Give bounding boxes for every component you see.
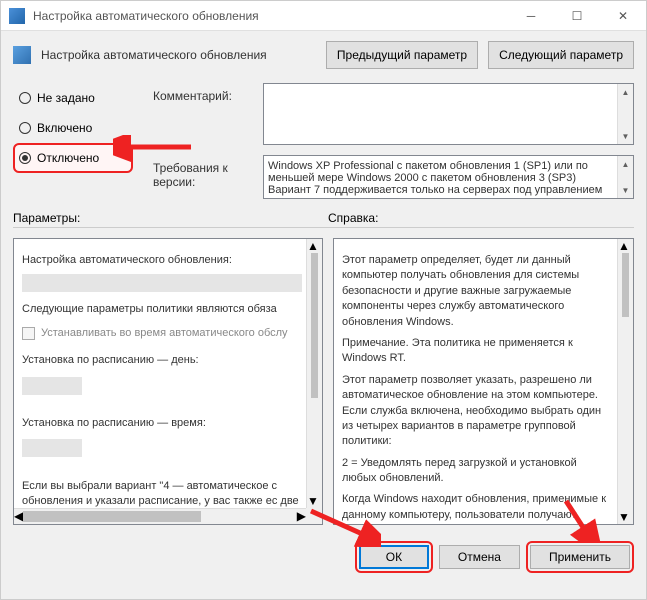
scroll-down-icon[interactable]: ▼ [307, 494, 322, 508]
checkbox-label: Устанавливать во время автоматического о… [41, 326, 288, 341]
radio-icon [19, 152, 31, 164]
scroll-up-icon[interactable]: ▲ [618, 84, 633, 100]
scrollbar-vertical[interactable]: ▲ ▼ [306, 239, 322, 508]
requirements-field[interactable]: Windows XP Professional с пакетом обновл… [263, 155, 634, 199]
window-title: Настройка автоматического обновления [33, 9, 508, 23]
page-title: Настройка автоматического обновления [41, 48, 316, 62]
scroll-up-icon[interactable]: ▲ [618, 156, 633, 172]
close-button[interactable]: ✕ [600, 1, 646, 31]
scroll-down-icon[interactable]: ▼ [618, 510, 633, 524]
state-radio-group: Не задано Включено Отключено [13, 83, 133, 199]
install-time-label: Установка по расписанию — время: [22, 416, 302, 431]
scroll-down-icon[interactable]: ▼ [618, 182, 633, 198]
ok-button-highlight: ОК [355, 541, 433, 573]
policy-icon [13, 46, 31, 64]
help-text: Этот параметр определяет, будет ли данны… [342, 253, 613, 330]
titlebar: Настройка автоматического обновления ─ ☐… [1, 1, 646, 31]
radio-label: Не задано [37, 91, 95, 105]
apply-button-highlight: Применить [526, 541, 634, 573]
radio-enabled[interactable]: Включено [13, 113, 133, 143]
scroll-up-icon[interactable]: ▲ [307, 239, 322, 253]
ok-button[interactable]: ОК [359, 545, 429, 569]
radio-icon [19, 122, 31, 134]
radio-icon [19, 92, 31, 104]
help-text: Этот параметр позволяет указать, разреше… [342, 373, 613, 450]
section-labels: Параметры: Справка: [1, 203, 646, 227]
scrollbar-vertical[interactable]: ▲ ▼ [617, 156, 633, 198]
scrollbar-vertical[interactable]: ▲ ▼ [617, 239, 633, 524]
scrollbar-vertical[interactable]: ▲ ▼ [617, 84, 633, 144]
help-label: Справка: [328, 211, 634, 225]
param-combo-label: Настройка автоматического обновления: [22, 253, 302, 268]
install-day-combo[interactable] [22, 377, 82, 395]
prev-param-button[interactable]: Предыдущий параметр [326, 41, 478, 69]
footer: ОК Отмена Применить [1, 533, 646, 581]
scroll-down-icon[interactable]: ▼ [618, 128, 633, 144]
header-row: Настройка автоматического обновления Пре… [1, 31, 646, 75]
radio-not-configured[interactable]: Не задано [13, 83, 133, 113]
maximize-button[interactable]: ☐ [554, 1, 600, 31]
radio-label: Включено [37, 121, 92, 135]
apply-button[interactable]: Применить [530, 545, 630, 569]
scrollbar-horizontal[interactable]: ◀ ▶ [14, 508, 306, 524]
app-icon [9, 8, 25, 24]
install-time-combo[interactable] [22, 439, 82, 457]
top-params: Не задано Включено Отключено Комментарий… [1, 75, 646, 203]
comment-field[interactable]: ▲ ▼ [263, 83, 634, 145]
minimize-button[interactable]: ─ [508, 1, 554, 31]
help-text: Когда Windows находит обновления, примен… [342, 492, 613, 524]
cb-install-maintenance[interactable]: Устанавливать во время автоматического о… [22, 324, 302, 343]
comment-label: Комментарий: [153, 83, 253, 145]
param-required-note: Следующие параметры политики являются об… [22, 302, 302, 317]
parameters-pane: Настройка автоматического обновления: Сл… [13, 238, 323, 525]
parameters-label: Параметры: [13, 211, 328, 225]
scroll-corner [306, 508, 322, 524]
cancel-button[interactable]: Отмена [439, 545, 520, 569]
param-combo[interactable] [22, 274, 302, 292]
help-pane: Этот параметр определяет, будет ли данны… [333, 238, 634, 525]
install-day-label: Установка по расписанию — день: [22, 353, 302, 368]
policy-editor-window: Настройка автоматического обновления ─ ☐… [0, 0, 647, 600]
checkbox-icon [22, 327, 35, 340]
scroll-up-icon[interactable]: ▲ [618, 239, 633, 253]
scroll-left-icon[interactable]: ◀ [14, 509, 23, 524]
radio-disabled[interactable]: Отключено [13, 143, 133, 173]
help-text: 2 = Уведомлять перед загрузкой и установ… [342, 456, 613, 487]
requirements-text: Windows XP Professional с пакетом обновл… [264, 156, 617, 198]
next-param-button[interactable]: Следующий параметр [488, 41, 634, 69]
radio-label: Отключено [37, 151, 99, 165]
requirements-label: Требования к версии: [153, 155, 253, 199]
scroll-right-icon[interactable]: ▶ [297, 509, 306, 524]
help-text: Примечание. Эта политика не применяется … [342, 336, 613, 367]
